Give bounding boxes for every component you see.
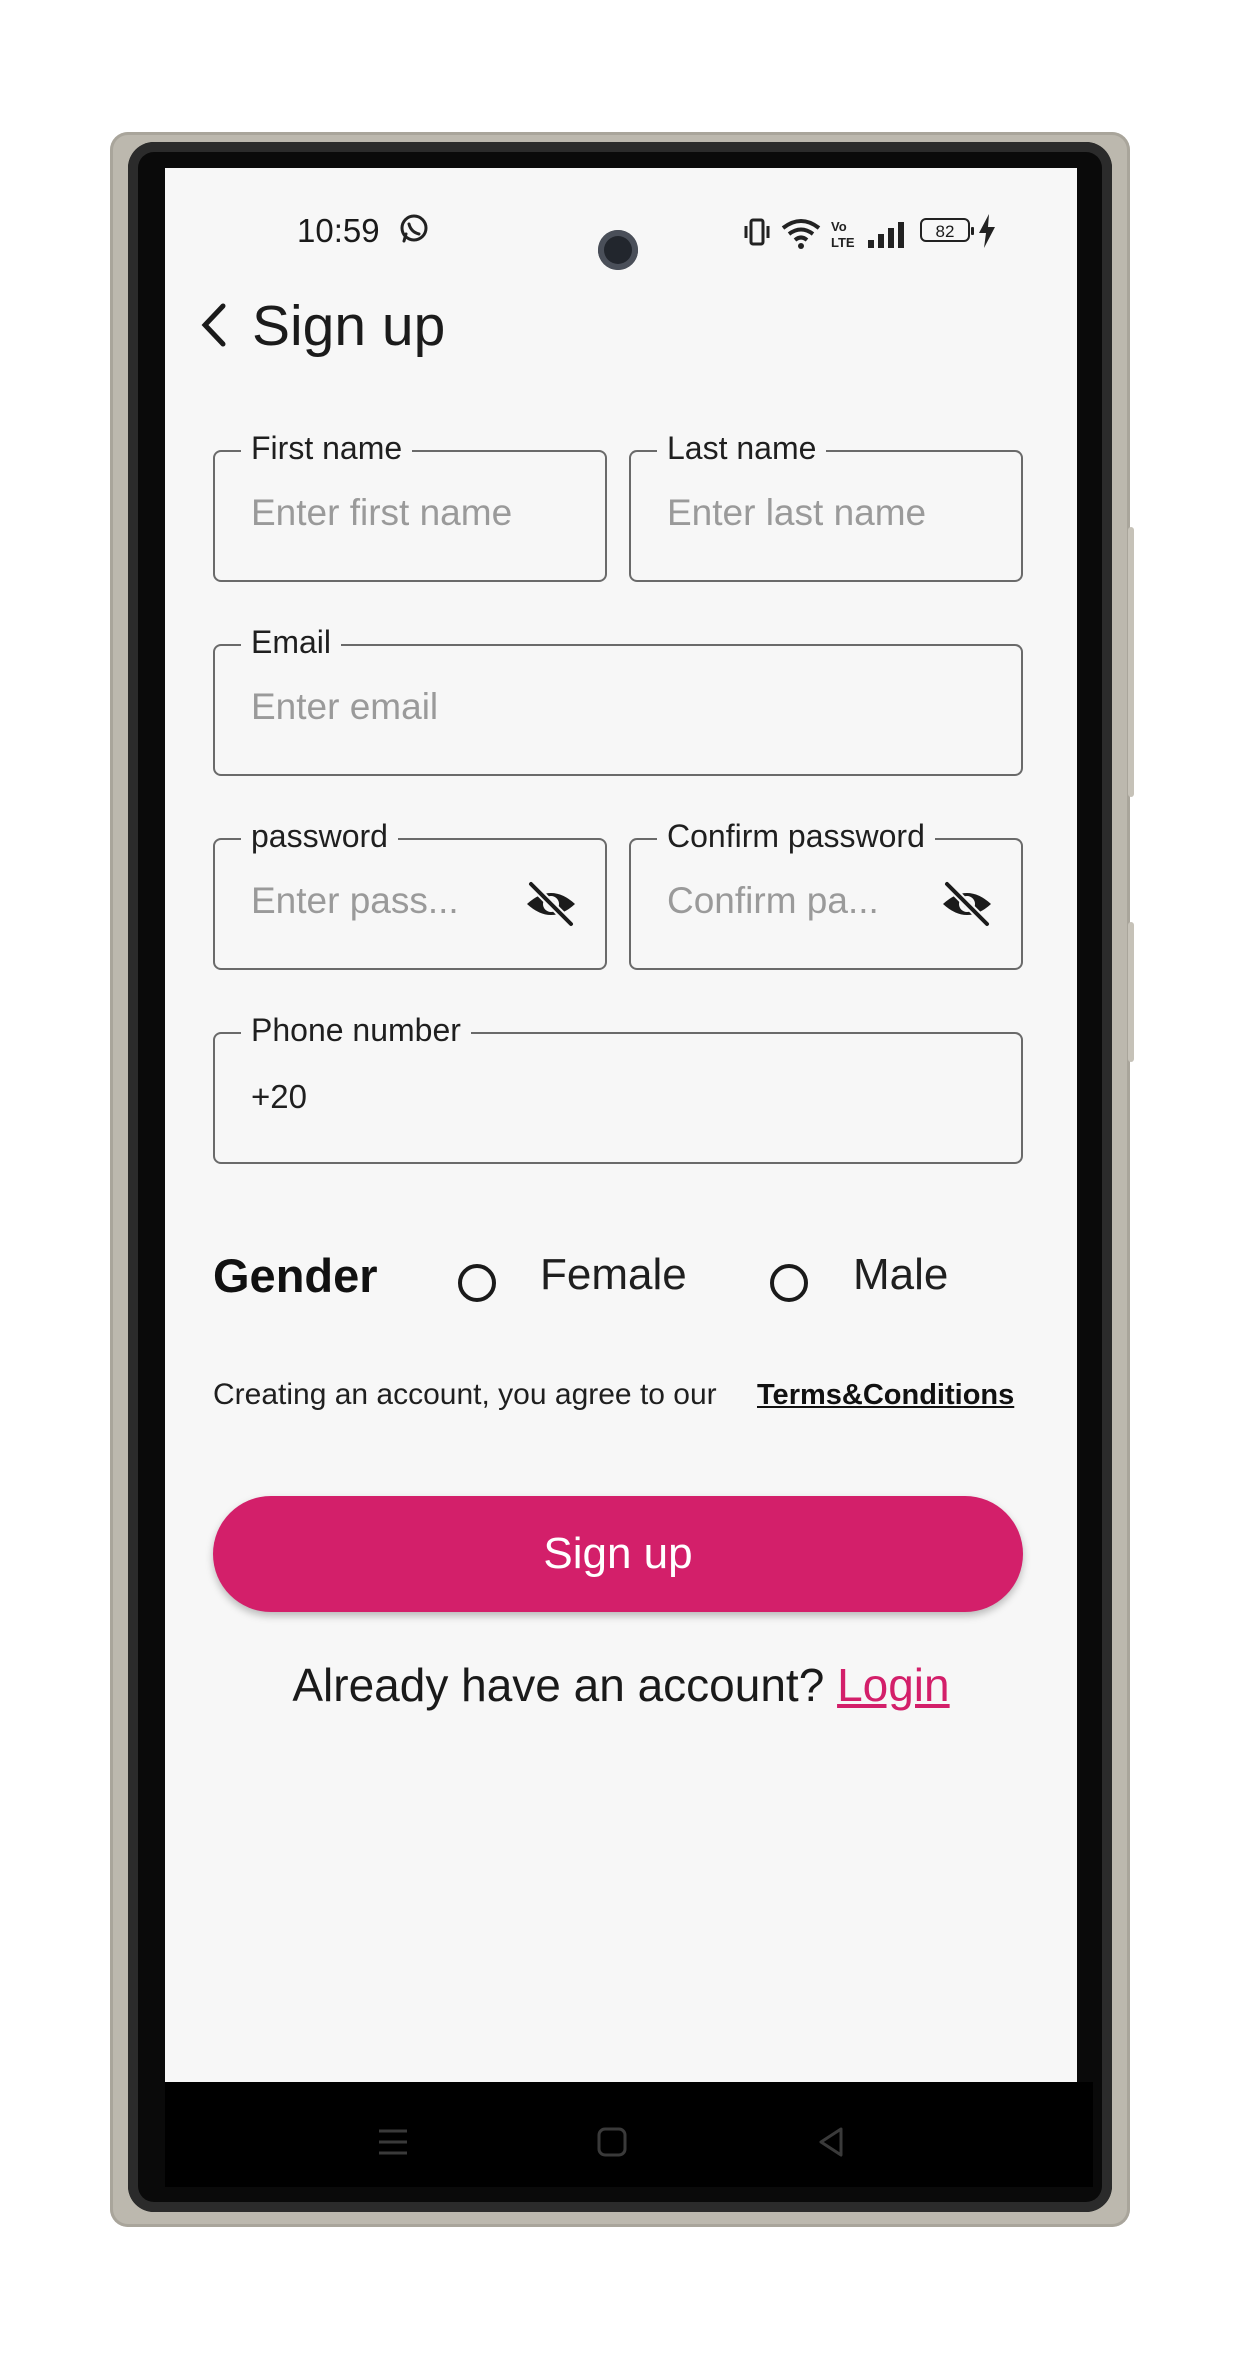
battery-icon: 82 [920, 218, 974, 242]
chevron-left-icon [195, 303, 231, 354]
back-button[interactable] [195, 300, 231, 350]
email-field[interactable]: Email Enter email [213, 624, 1023, 776]
whatsapp-icon [397, 212, 431, 251]
terms-link[interactable]: Terms&Conditions [757, 1379, 1014, 1412]
account-prompt: Already have an account? [292, 1659, 825, 1711]
password-label: password [241, 818, 398, 855]
radio-female[interactable] [458, 1264, 496, 1302]
svg-text:Vo: Vo [831, 219, 847, 234]
status-icons: Vo LTE [743, 214, 918, 259]
last-name-input[interactable]: Enter last name [667, 492, 926, 534]
password-input[interactable]: Enter pass... [251, 880, 491, 922]
gender-label: Gender [213, 1249, 378, 1302]
status-bar: 10:59 Vo LTE 82 [165, 208, 1077, 270]
page-title: Sign up [252, 294, 446, 358]
last-name-label: Last name [657, 430, 827, 467]
phone-number-field[interactable]: Phone number +20 [213, 1012, 1023, 1164]
first-name-field[interactable]: First name Enter first name [213, 430, 607, 582]
radio-male[interactable] [770, 1264, 808, 1302]
confirm-password-input[interactable]: Confirm pa... [667, 880, 907, 922]
first-name-input[interactable]: Enter first name [251, 492, 512, 534]
phone-number-label: Phone number [241, 1012, 471, 1049]
last-name-field[interactable]: Last name Enter last name [629, 430, 1023, 582]
email-input[interactable]: Enter email [251, 686, 438, 728]
recent-apps-button[interactable] [377, 2126, 409, 2163]
signup-button[interactable]: Sign up [213, 1496, 1023, 1612]
confirm-password-field[interactable]: Confirm password Confirm pa... [629, 818, 1023, 970]
first-name-label: First name [241, 430, 413, 467]
svg-text:LTE: LTE [831, 235, 855, 250]
power-button [1128, 922, 1134, 1062]
back-nav-button[interactable] [815, 2126, 847, 2163]
password-field[interactable]: password Enter pass... [213, 818, 607, 970]
charging-icon [977, 214, 997, 253]
login-link[interactable]: Login [837, 1659, 950, 1711]
email-label: Email [241, 624, 342, 661]
eye-off-icon[interactable] [523, 880, 579, 933]
volte-icon: Vo LTE [831, 219, 855, 250]
confirm-password-label: Confirm password [657, 818, 935, 855]
phone-number-input[interactable]: +20 [251, 1078, 307, 1116]
home-button[interactable] [596, 2126, 628, 2163]
vibrate-icon [744, 218, 770, 246]
male-label[interactable]: Male [853, 1250, 948, 1300]
system-navigation-bar [165, 2082, 1093, 2187]
female-label[interactable]: Female [540, 1250, 687, 1300]
status-time: 10:59 [297, 212, 380, 249]
signal-icon [868, 222, 904, 248]
front-camera [598, 230, 638, 270]
eye-off-icon[interactable] [939, 880, 995, 933]
wifi-icon [781, 219, 821, 249]
terms-text: Creating an account, you agree to our [213, 1378, 717, 1411]
app-screen: 10:59 Vo LTE 82 Sign up First name Enter… [165, 168, 1077, 2082]
login-prompt-row: Already have an account? Login [165, 1658, 1077, 1712]
volume-button [1128, 527, 1134, 797]
